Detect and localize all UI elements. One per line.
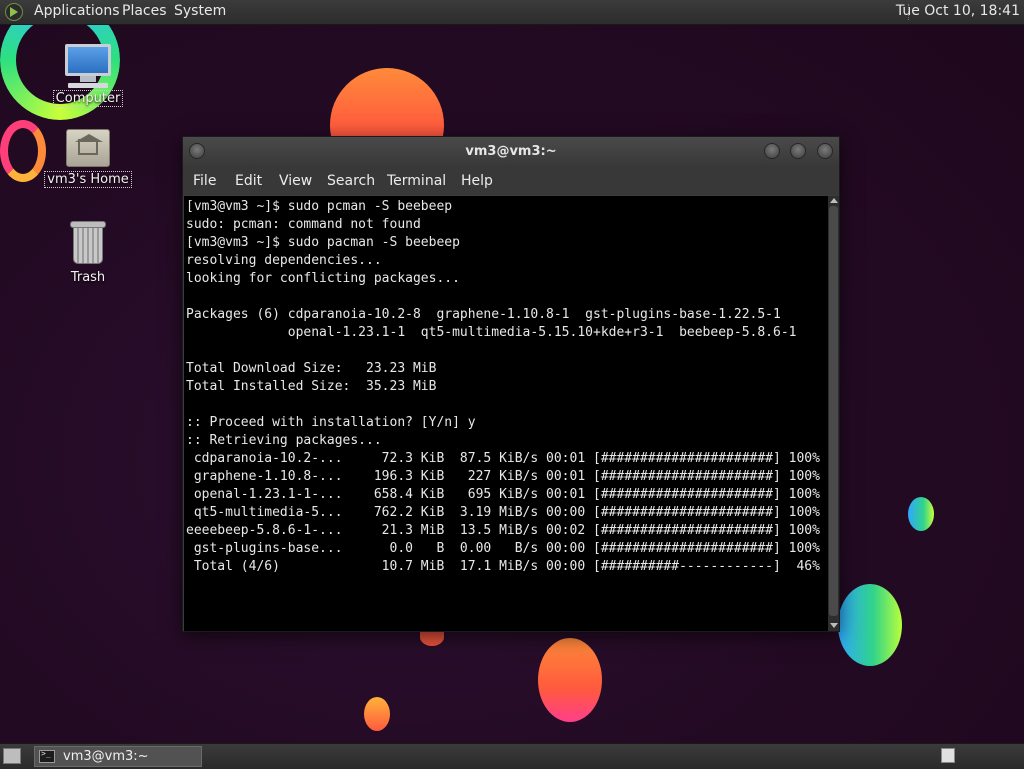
desktop-icon-label: Computer bbox=[52, 90, 124, 107]
decorative-orange-ring bbox=[0, 120, 46, 182]
workspace-switcher[interactable] bbox=[941, 748, 955, 763]
terminal-line: qt5-multimedia-5... 762.2 KiB 3.19 MiB/s… bbox=[186, 505, 820, 520]
decorative-bottom-orange-blob bbox=[538, 638, 602, 722]
desktop-icon-computer[interactable]: Computer bbox=[43, 44, 133, 107]
applications-menu[interactable]: Applications bbox=[34, 3, 120, 19]
maximize-button[interactable] bbox=[790, 143, 806, 159]
menu-view[interactable]: View bbox=[279, 173, 312, 189]
terminal-line: [vm3@vm3 ~]$ sudo pcman -S beebeep bbox=[186, 199, 453, 214]
distro-logo-icon[interactable] bbox=[5, 3, 23, 21]
desktop-icon-home[interactable]: vm3's Home bbox=[43, 129, 133, 188]
terminal-scrollbar[interactable] bbox=[828, 196, 839, 631]
home-folder-icon bbox=[66, 129, 110, 167]
scroll-up-arrow-icon[interactable] bbox=[830, 198, 838, 203]
terminal-line: Total Download Size: 23.23 MiB bbox=[186, 361, 437, 376]
decorative-small-green-blob bbox=[908, 497, 934, 531]
scroll-down-arrow-icon[interactable] bbox=[830, 623, 838, 628]
decorative-small-orange-blob bbox=[364, 697, 390, 731]
decorative-green-blob bbox=[838, 584, 902, 666]
menu-search[interactable]: Search bbox=[327, 173, 375, 189]
taskbar-item-label: vm3@vm3:~ bbox=[63, 749, 149, 764]
terminal-line: [vm3@vm3 ~]$ sudo pacman -S beebeep bbox=[186, 235, 460, 250]
window-titlebar[interactable]: vm3@vm3:~ bbox=[183, 137, 839, 167]
terminal-output[interactable]: [vm3@vm3 ~]$ sudo pcman -S beebeep sudo: … bbox=[184, 196, 828, 631]
desktop-icon-trash[interactable]: Trash bbox=[43, 221, 133, 285]
menu-help[interactable]: Help bbox=[461, 173, 493, 189]
places-menu[interactable]: Places bbox=[122, 3, 167, 19]
minimize-button[interactable] bbox=[764, 143, 780, 159]
show-desktop-button[interactable] bbox=[3, 748, 21, 764]
desktop-icon-label: Trash bbox=[70, 270, 106, 285]
close-button[interactable] bbox=[817, 143, 833, 159]
terminal-line: :: Proceed with installation? [Y/n] y bbox=[186, 415, 476, 430]
terminal-icon bbox=[39, 749, 55, 763]
menu-terminal[interactable]: Terminal bbox=[387, 173, 446, 189]
clock[interactable]: Tue Oct 10, 18:41 bbox=[896, 3, 1020, 19]
terminal-line: graphene-1.10.8-... 196.3 KiB 227 KiB/s … bbox=[186, 469, 820, 484]
terminal-line: Total Installed Size: 35.23 MiB bbox=[186, 379, 437, 394]
taskbar-item-terminal[interactable]: vm3@vm3:~ bbox=[34, 746, 202, 767]
window-menubar: File Edit View Search Terminal Help bbox=[183, 167, 839, 195]
terminal-line: :: Retrieving packages... bbox=[186, 433, 382, 448]
trash-icon bbox=[70, 221, 106, 264]
terminal-line: eeeebeep-5.8.6-1-... 21.3 MiB 13.5 MiB/s… bbox=[186, 523, 820, 538]
terminal-line: Total (4/6) 10.7 MiB 17.1 MiB/s 00:00 [#… bbox=[186, 559, 820, 574]
terminal-window[interactable]: vm3@vm3:~ File Edit View Search Terminal… bbox=[182, 136, 840, 632]
terminal-line: looking for conflicting packages... bbox=[186, 271, 460, 286]
system-menu[interactable]: System bbox=[174, 3, 226, 19]
bottom-panel: vm3@vm3:~ bbox=[0, 743, 1024, 769]
terminal-line: gst-plugins-base... 0.0 B 0.00 B/s 00:00… bbox=[186, 541, 820, 556]
terminal-line: sudo: pcman: command not found bbox=[186, 217, 421, 232]
terminal-line: openal-1.23.1-1-... 658.4 KiB 695 KiB/s … bbox=[186, 487, 820, 502]
menu-file[interactable]: File bbox=[193, 173, 216, 189]
terminal-line: resolving dependencies... bbox=[186, 253, 382, 268]
terminal-line: Packages (6) cdparanoia-10.2-8 graphene-… bbox=[186, 307, 781, 322]
top-panel: Applications Places System Tue Oct 10, 1… bbox=[0, 0, 1024, 25]
desktop-icon-label: vm3's Home bbox=[44, 171, 132, 188]
terminal-text: [vm3@vm3 ~]$ sudo pcman -S beebeep sudo: … bbox=[184, 196, 828, 576]
scrollbar-thumb[interactable] bbox=[829, 206, 838, 616]
menu-edit[interactable]: Edit bbox=[235, 173, 262, 189]
computer-icon bbox=[43, 44, 133, 88]
window-title: vm3@vm3:~ bbox=[465, 144, 557, 159]
terminal-line: openal-1.23.1-1 qt5-multimedia-5.15.10+k… bbox=[186, 325, 797, 340]
terminal-line: cdparanoia-10.2-... 72.3 KiB 87.5 KiB/s … bbox=[186, 451, 820, 466]
